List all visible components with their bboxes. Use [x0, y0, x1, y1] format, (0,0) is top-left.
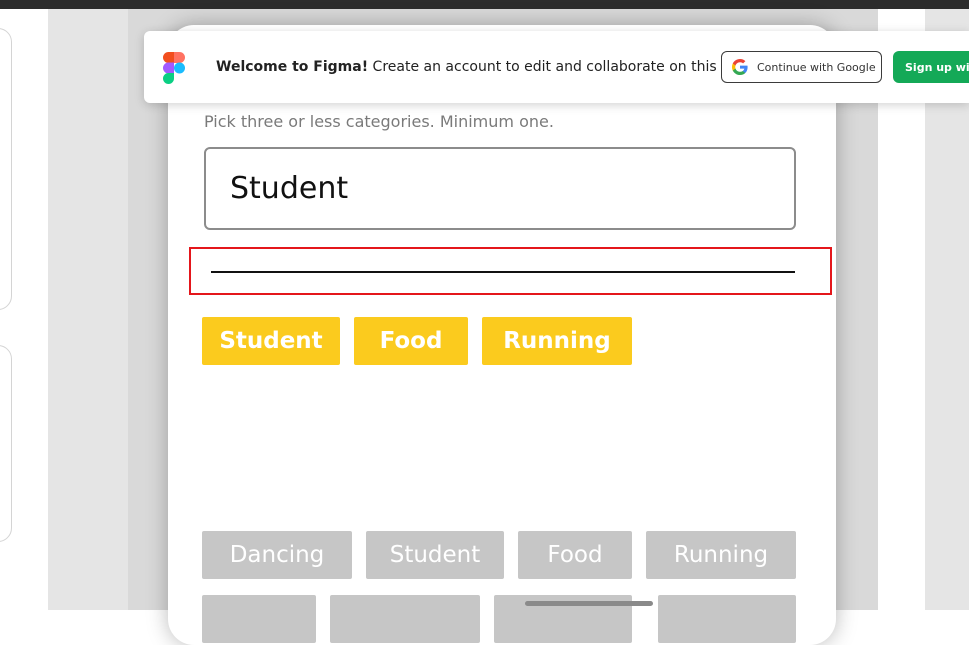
chip-label: Student — [219, 328, 323, 354]
selected-chip-running[interactable]: Running — [482, 317, 632, 365]
category-chip[interactable] — [330, 595, 480, 643]
chip-label: Running — [673, 542, 769, 568]
side-frame-card — [0, 345, 12, 542]
canvas-left-area — [48, 9, 128, 610]
side-frame-card — [0, 28, 12, 310]
instruction-text: Pick three or less categories. Minimum o… — [204, 112, 554, 131]
chip-label: Dancing — [229, 542, 325, 568]
category-chip[interactable] — [202, 595, 316, 643]
category-chip[interactable] — [658, 595, 796, 643]
category-chip-dancing[interactable]: Dancing — [202, 531, 352, 579]
category-chip-student[interactable]: Student — [366, 531, 504, 579]
chip-label: Student — [389, 542, 481, 568]
chip-label: Food — [547, 542, 603, 568]
category-chip-food[interactable]: Food — [518, 531, 632, 579]
category-input[interactable]: Student — [204, 147, 796, 230]
top-bar — [0, 0, 969, 9]
divider-line — [211, 271, 795, 273]
phone-frame: Pick three or less categories. Minimum o… — [168, 25, 836, 645]
chip-label: Running — [503, 328, 611, 354]
google-icon — [732, 59, 748, 75]
google-button-label: Continue with Google — [757, 60, 876, 74]
category-input-value: Student — [230, 171, 349, 206]
figma-welcome-banner: Welcome to Figma! Create an account to e… — [144, 31, 969, 103]
chip-label: Food — [379, 328, 443, 354]
sign-up-label: Sign up with — [905, 60, 969, 74]
home-indicator — [525, 601, 653, 606]
highlighted-divider-region — [189, 247, 832, 295]
category-chip-running[interactable]: Running — [646, 531, 796, 579]
figma-logo-icon — [163, 52, 185, 84]
welcome-title: Welcome to Figma! — [216, 59, 369, 75]
selected-chip-food[interactable]: Food — [354, 317, 468, 365]
selected-chip-student[interactable]: Student — [202, 317, 340, 365]
sign-up-button[interactable]: Sign up with — [893, 51, 969, 83]
welcome-text: Create an account to edit and collaborat… — [368, 59, 747, 75]
welcome-message: Welcome to Figma! Create an account to e… — [216, 59, 747, 75]
continue-with-google-button[interactable]: Continue with Google — [721, 51, 882, 83]
